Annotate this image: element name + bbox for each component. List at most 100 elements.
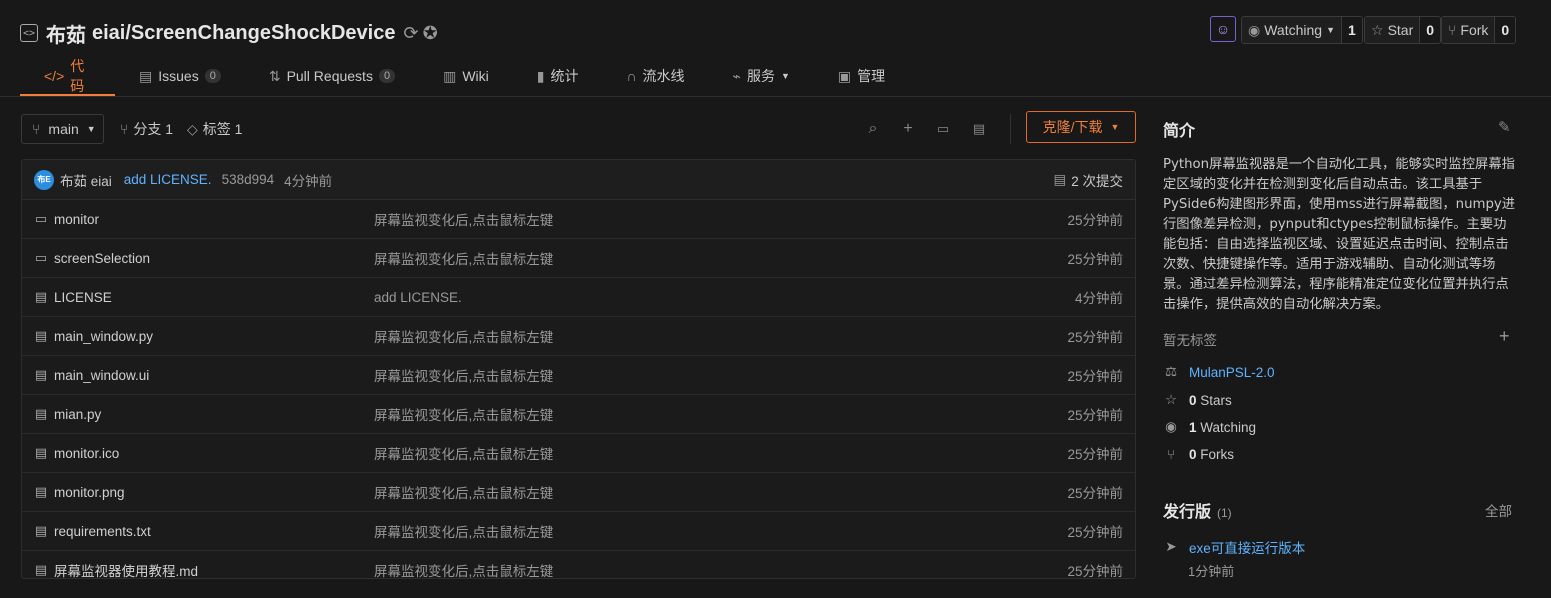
file-name-cell[interactable]: ▭ monitor [34, 211, 99, 227]
table-row[interactable]: ▤ mian.py 屏幕监视变化后,点击鼠标左键 25分钟前 [22, 395, 1135, 434]
table-row[interactable]: ▭ screenSelection 屏幕监视变化后,点击鼠标左键 25分钟前 [22, 239, 1135, 278]
file-name[interactable]: monitor [54, 212, 99, 227]
file-name-cell[interactable]: ▭ screenSelection [34, 250, 150, 266]
license-link[interactable]: MulanPSL-2.0 [1189, 365, 1275, 380]
bot-button[interactable]: ☺ [1210, 16, 1236, 42]
branches-link[interactable]: ⑂ 分支 1 [120, 114, 173, 144]
file-icon: ▤ [34, 484, 48, 499]
file-commit-time: 25分钟前 [1067, 369, 1123, 384]
file-name-cell[interactable]: ▤ main_window.py [34, 328, 153, 344]
table-row[interactable]: ▤ main_window.ui 屏幕监视变化后,点击鼠标左键 25分钟前 [22, 356, 1135, 395]
eye-icon: ◉ [1165, 419, 1177, 434]
star-icon: ☆ [1371, 21, 1384, 38]
file-name[interactable]: screenSelection [54, 251, 150, 266]
file-commit-message[interactable]: 屏幕监视变化后,点击鼠标左键 [374, 209, 553, 229]
file-commit-message[interactable]: 屏幕监视变化后,点击鼠标左键 [374, 482, 553, 502]
add-tag-icon[interactable]: + [1499, 326, 1510, 347]
tab-stats[interactable]: ▮ 统计 [513, 58, 603, 94]
watch-count[interactable]: 1 [1340, 17, 1362, 43]
file-commit-message[interactable]: 屏幕监视变化后,点击鼠标左键 [374, 521, 553, 541]
file-name[interactable]: main_window.py [54, 329, 153, 344]
fork-button[interactable]: ⑂ Fork 0 [1441, 16, 1517, 44]
releases-all-link[interactable]: 全部 [1485, 500, 1512, 520]
clone-download-button[interactable]: 克隆/下载 ▼ [1026, 111, 1136, 143]
watching-row[interactable]: ◉ 1 Watching [1163, 419, 1256, 435]
file-name[interactable]: 屏幕监视器使用教程.md [54, 560, 198, 580]
table-row[interactable]: ▤ LICENSE add LICENSE. 4分钟前 [22, 278, 1135, 317]
table-row[interactable]: ▤ monitor.png 屏幕监视变化后,点击鼠标左键 25分钟前 [22, 473, 1135, 512]
repo-name[interactable]: eiai/ScreenChangeShockDevice [92, 22, 395, 45]
commit-author[interactable]: 布茹 eiai [60, 170, 112, 190]
stars-label: Stars [1200, 392, 1232, 408]
star-count[interactable]: 0 [1419, 17, 1441, 43]
file-commit-message[interactable]: 屏幕监视变化后,点击鼠标左键 [374, 404, 553, 424]
commit-count-link[interactable]: ▤ 2 次提交 [1053, 170, 1123, 190]
stats-icon: ▮ [536, 67, 545, 84]
file-name[interactable]: main_window.ui [54, 368, 149, 383]
fork-count[interactable]: 0 [1494, 17, 1516, 43]
file-name[interactable]: mian.py [54, 407, 101, 422]
file-name-cell[interactable]: ▤ monitor.ico [34, 445, 119, 461]
avatar[interactable]: 布E [34, 169, 54, 190]
edit-icon[interactable]: ✎ [1498, 118, 1511, 136]
table-row[interactable]: ▤ 屏幕监视器使用教程.md 屏幕监视变化后,点击鼠标左键 25分钟前 [22, 551, 1135, 589]
branch-icon: ⑂ [120, 121, 129, 137]
file-name-cell[interactable]: ▤ monitor.png [34, 484, 125, 500]
repo-owner[interactable]: 布茹 [46, 19, 86, 48]
file-commit-message[interactable]: 屏幕监视变化后,点击鼠标左键 [374, 248, 553, 268]
stars-row[interactable]: ☆ 0 Stars [1163, 392, 1232, 408]
branches-label: 分支 1 [133, 121, 174, 137]
file-commit-message[interactable]: 屏幕监视变化后,点击鼠标左键 [374, 326, 553, 346]
file-commit-message[interactable]: 屏幕监视变化后,点击鼠标左键 [374, 560, 553, 580]
watch-label: Watching [1264, 22, 1323, 38]
releases-title: 发行版 [1163, 504, 1212, 521]
commit-hash[interactable]: 538d994 [222, 172, 275, 187]
file-commit-message[interactable]: 屏幕监视变化后,点击鼠标左键 [374, 365, 553, 385]
badge-icon[interactable]: ✪ [423, 23, 438, 44]
book-icon: ▥ [443, 67, 457, 84]
release-name[interactable]: exe可直接运行版本 [1189, 537, 1305, 557]
tab-pipeline[interactable]: ∩ 流水线 [602, 58, 708, 94]
file-commit-message[interactable]: add LICENSE. [374, 290, 462, 305]
table-row[interactable]: ▤ monitor.ico 屏幕监视变化后,点击鼠标左键 25分钟前 [22, 434, 1135, 473]
commit-message[interactable]: add LICENSE. [124, 172, 212, 187]
toolbar-separator [1010, 114, 1011, 144]
table-row[interactable]: ▤ requirements.txt 屏幕监视变化后,点击鼠标左键 25分钟前 [22, 512, 1135, 551]
file-name[interactable]: requirements.txt [54, 524, 151, 539]
tab-manage[interactable]: ▣ 管理 [814, 58, 909, 94]
file-commit-message[interactable]: 屏幕监视变化后,点击鼠标左键 [374, 443, 553, 463]
chevron-down-icon: ▼ [86, 124, 96, 134]
file-name-cell[interactable]: ▤ mian.py [34, 406, 101, 422]
tags-link[interactable]: ◇ 标签 1 [187, 114, 242, 144]
tab-services[interactable]: ⌁ 服务 ▼ [709, 58, 814, 94]
table-row[interactable]: ▭ monitor 屏幕监视变化后,点击鼠标左键 25分钟前 [22, 200, 1135, 239]
intro-title: 简介 [1163, 123, 1196, 140]
file-name-cell[interactable]: ▤ main_window.ui [34, 367, 149, 383]
tab-pull-requests[interactable]: ⇅ Pull Requests 0 [245, 58, 419, 94]
file-name-cell[interactable]: ▤ requirements.txt [34, 523, 151, 539]
star-button[interactable]: ☆ Star 0 [1364, 16, 1442, 44]
fork-icon: ⑂ [1448, 22, 1457, 38]
file-name-cell[interactable]: ▤ 屏幕监视器使用教程.md [34, 560, 198, 580]
file-name[interactable]: monitor.ico [54, 446, 119, 461]
file-commit-time: 25分钟前 [1067, 525, 1123, 540]
tab-issues-label: Issues [158, 68, 199, 84]
watch-button[interactable]: ◉ Watching ▼ 1 [1241, 16, 1363, 44]
release-time: 1分钟前 [1188, 564, 1235, 579]
search-icon[interactable]: ⌕ [862, 118, 884, 140]
file-commit-time: 4分钟前 [1074, 291, 1123, 306]
terminal-icon[interactable]: ▤ [968, 118, 990, 140]
file-name[interactable]: LICENSE [54, 290, 112, 305]
sync-icon[interactable]: ⟳ [403, 23, 418, 44]
file-name-cell[interactable]: ▤ LICENSE [34, 289, 112, 305]
table-row[interactable]: ▤ main_window.py 屏幕监视变化后,点击鼠标左键 25分钟前 [22, 317, 1135, 356]
tab-issues[interactable]: ▤ Issues 0 [115, 58, 245, 94]
file-name[interactable]: monitor.png [54, 485, 125, 500]
plus-icon[interactable]: + [897, 118, 919, 140]
watching-label: Watching [1200, 419, 1257, 435]
branch-selector[interactable]: ⑂ main ▼ [21, 114, 104, 144]
monitor-icon[interactable]: ▭ [932, 118, 954, 140]
forks-row[interactable]: ⑂ 0 Forks [1163, 447, 1234, 462]
tab-code[interactable]: </> 代码 [20, 58, 115, 97]
tab-wiki[interactable]: ▥ Wiki [419, 58, 513, 94]
